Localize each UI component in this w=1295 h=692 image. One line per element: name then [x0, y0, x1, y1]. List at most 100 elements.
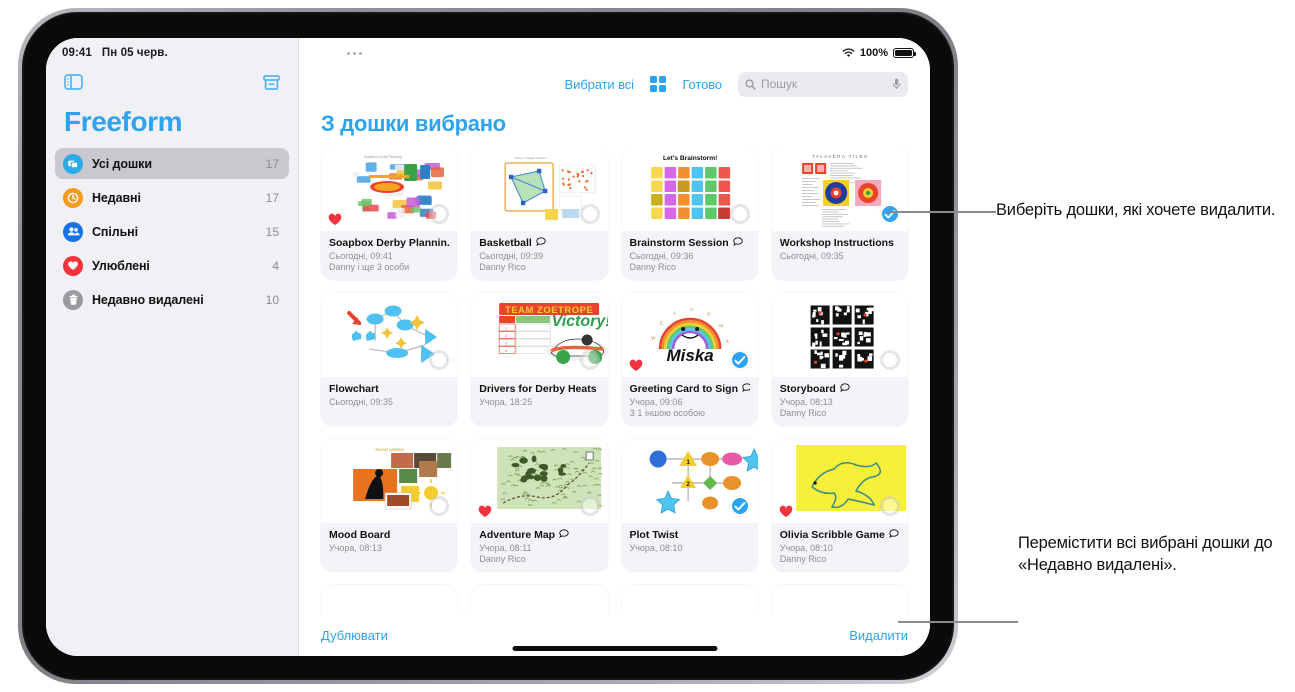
sidebar-nav-list: Усі дошки 17 Недавні 17 Спільні 15 Улюбл…	[46, 148, 298, 315]
board-card[interactable]: TALAVERA TILES Workshop Instructions Сього…	[772, 147, 908, 280]
sidebar-item-favorites[interactable]: Улюблені 4	[55, 250, 289, 281]
callout-leader-bottom	[898, 621, 1018, 623]
board-owner: Danny Rico	[630, 262, 750, 272]
favorite-heart-icon	[328, 213, 341, 226]
svg-text:4: 4	[505, 349, 507, 353]
selection-circle-icon[interactable]	[730, 204, 750, 224]
board-card[interactable]: Let's Brainstorm! Brainstorm Session Сього…	[622, 147, 758, 280]
collaboration-bubble-icon	[559, 529, 569, 541]
selection-circle-icon[interactable]	[580, 496, 600, 516]
board-name: Drivers for Derby Heats	[479, 383, 599, 395]
board-card[interactable]: Sunset palettes Mood Board Учора, 08:13	[321, 439, 457, 572]
callout-leader-top	[888, 211, 996, 213]
board-thumbnail	[471, 585, 607, 614]
sidebar-item-recently-deleted[interactable]: Недавно видалені 10	[55, 284, 289, 315]
board-card[interactable]: Olivia Scribble Game Учора, 08:10 Danny Ri…	[772, 439, 908, 572]
status-indicators: 100%	[842, 47, 914, 59]
board-card[interactable]	[321, 585, 457, 614]
delete-button[interactable]: Видалити	[849, 628, 908, 643]
board-thumbnail: TEAM ZOETROPE 1 2 3 4 Victory!	[471, 293, 607, 377]
board-name: Brainstorm Session	[630, 237, 750, 249]
sidebar-item-label: Усі дошки	[92, 157, 257, 171]
boards-grid: Soapbox Derby Planning Soapbox Derby Plan…	[321, 147, 908, 614]
board-thumbnail	[471, 439, 607, 523]
recents-clock-icon	[63, 188, 83, 208]
board-meta: Plot Twist Учора, 08:10	[622, 523, 758, 561]
board-name: Storyboard	[780, 383, 900, 395]
collaboration-bubble-icon	[733, 237, 743, 249]
svg-text:Victory!: Victory!	[552, 313, 608, 330]
trash-icon	[63, 290, 83, 310]
done-button[interactable]: Готово	[682, 77, 722, 92]
board-card[interactable]: Soapbox Derby Planning Soapbox Derby Plan…	[321, 147, 457, 280]
device-bezel: 09:41 Пн 05 черв. Freeform Усі дошки 17 …	[22, 12, 954, 680]
board-card[interactable]: Adventure Map Учора, 08:11 Danny Rico	[471, 439, 607, 572]
main-content: 100% Вибрати всі Готово Пошук З дошки ви…	[299, 38, 930, 656]
board-meta: Brainstorm Session Сьогодні, 09:36 Danny R…	[622, 231, 758, 280]
board-card[interactable]: TEAM ZOETROPE 1 2 3 4 Victory! Drivers for Der…	[471, 293, 607, 426]
sidebar-item-count: 17	[266, 157, 279, 171]
board-name-text: Olivia Scribble Game	[780, 529, 885, 541]
selection-checkmark-icon[interactable]	[730, 496, 750, 516]
boards-scroll-area[interactable]: Soapbox Derby Planning Soapbox Derby Plan…	[299, 147, 930, 614]
board-meta: Greeting Card to Sign Учора, 09:06 З 1 інш…	[622, 377, 758, 426]
sidebar-item-recents[interactable]: Недавні 17	[55, 182, 289, 213]
board-card[interactable]: Storyboard Учора, 08:13 Danny Rico	[772, 293, 908, 426]
collaboration-bubble-icon	[840, 383, 850, 395]
selection-checkmark-icon[interactable]	[730, 350, 750, 370]
board-name-text: Greeting Card to Sign	[630, 383, 739, 395]
board-card[interactable]	[471, 585, 607, 614]
home-indicator[interactable]	[512, 646, 717, 651]
microphone-icon	[892, 78, 901, 90]
board-card[interactable]	[622, 585, 758, 614]
favorite-heart-icon	[779, 505, 792, 518]
svg-text:TALAVERA TILES: TALAVERA TILES	[812, 154, 869, 159]
sidebar-item-shared[interactable]: Спільні 15	[55, 216, 289, 247]
board-thumbnail	[772, 585, 908, 614]
screenshot-root: 09:41 Пн 05 черв. Freeform Усі дошки 17 …	[0, 0, 1295, 692]
sidebar-item-count: 17	[266, 191, 279, 205]
selection-circle-icon[interactable]	[580, 204, 600, 224]
board-card[interactable]	[772, 585, 908, 614]
wifi-icon	[842, 48, 855, 58]
status-time: 09:41	[62, 47, 92, 59]
callout-text-bottom: Перемістити всі вибрані дошки до «Недавн…	[1018, 532, 1293, 576]
grid-view-icon[interactable]	[650, 76, 667, 93]
sidebar-toggle-icon[interactable]	[64, 74, 83, 90]
board-card[interactable]: W E L C O M E Miska Greeting Card to Sign Учора, …	[622, 293, 758, 426]
selection-circle-icon[interactable]	[580, 350, 600, 370]
board-name: Greeting Card to Sign	[630, 383, 750, 395]
status-bar-left: 09:41 Пн 05 черв.	[46, 38, 298, 64]
status-bar-right: 100%	[299, 38, 930, 64]
board-meta: Flowchart Сьогодні, 09:35	[321, 377, 457, 415]
multitasking-dots-icon[interactable]	[329, 52, 362, 55]
duplicate-button[interactable]: Дублювати	[321, 628, 388, 643]
board-name-text: Mood Board	[329, 529, 390, 541]
board-card[interactable]: Plays: Triangle Offense Basketball Сьогодн…	[471, 147, 607, 280]
board-name-text: Plot Twist	[630, 529, 679, 541]
board-name: Plot Twist	[630, 529, 750, 541]
shared-people-icon	[63, 222, 83, 242]
board-card[interactable]: 1 2 Plot Twist Учора, 08:10	[622, 439, 758, 572]
selection-circle-icon[interactable]	[880, 350, 900, 370]
selection-checkmark-icon[interactable]	[880, 204, 900, 224]
callout-text-top: Виберіть дошки, які хочете видалити.	[996, 199, 1288, 221]
board-thumbnail: W E L C O M E Miska	[622, 293, 758, 377]
sidebar-item-label: Недавні	[92, 191, 257, 205]
search-input[interactable]: Пошук	[738, 72, 908, 97]
board-date: Сьогодні, 09:35	[329, 397, 449, 407]
selection-circle-icon[interactable]	[880, 496, 900, 516]
board-thumbnail: TALAVERA TILES	[772, 147, 908, 231]
board-thumbnail	[772, 439, 908, 523]
board-date: Учора, 08:13	[329, 543, 449, 553]
board-thumbnail: Sunset palettes	[321, 439, 457, 523]
select-all-button[interactable]: Вибрати всі	[565, 77, 634, 92]
board-date: Учора, 08:13	[780, 397, 900, 407]
favorites-heart-icon	[63, 256, 83, 276]
board-date: Учора, 09:06	[630, 397, 750, 407]
board-thumbnail: Plays: Triangle Offense	[471, 147, 607, 231]
ipad-device-frame: 09:41 Пн 05 черв. Freeform Усі дошки 17 …	[18, 8, 958, 684]
new-board-icon[interactable]	[263, 74, 280, 91]
sidebar-item-all-boards[interactable]: Усі дошки 17	[55, 148, 289, 179]
board-card[interactable]: Flowchart Сьогодні, 09:35	[321, 293, 457, 426]
